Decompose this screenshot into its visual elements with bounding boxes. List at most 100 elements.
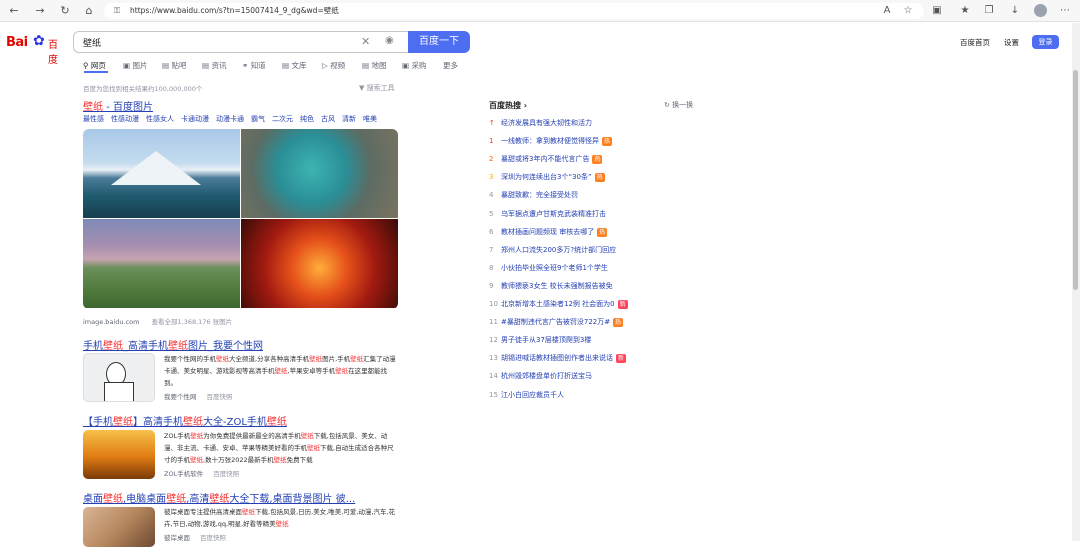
hot-search-item[interactable]: 11 #暴甜制违代言广告被罚没722万# 热: [489, 317, 624, 328]
cache-link[interactable]: 百度快照: [207, 393, 233, 401]
back-icon[interactable]: ←: [6, 3, 22, 19]
tab-images[interactable]: ▣ 图片: [123, 60, 147, 71]
hot-search-title[interactable]: 百度热搜 ›: [489, 100, 527, 111]
wallpaper-image-mountain[interactable]: [83, 129, 240, 218]
tag[interactable]: 卡通动漫: [181, 115, 209, 123]
tag[interactable]: 唯美: [363, 115, 377, 123]
t: 壁纸: [183, 417, 203, 428]
downloads-icon[interactable]: ↓: [1008, 3, 1022, 19]
login-button[interactable]: 登录: [1032, 35, 1059, 49]
search-button[interactable]: 百度一下: [408, 31, 470, 53]
hot-search-item[interactable]: 9 教师猥亵3女生 校长未强制报告被免: [489, 281, 613, 291]
lock-icon: ⚿: [114, 6, 121, 15]
home-icon[interactable]: ⌂: [81, 3, 97, 19]
hot-search-item[interactable]: 7 郑州人口流失200多万?统计部门回应: [489, 245, 616, 255]
extensions-icon[interactable]: ▣: [930, 3, 944, 19]
wallpaper-image-volcano[interactable]: [241, 219, 398, 308]
tag[interactable]: 清新: [342, 115, 356, 123]
search-input[interactable]: 壁纸 ✕ ◉: [73, 31, 408, 53]
hot-search-item[interactable]: 2 暴甜或将3年内不能代言广告热: [489, 154, 603, 165]
hot-search-item[interactable]: 10 北京新增本土感染者12例 社会面为0 新: [489, 299, 628, 309]
snippet-text: 免费下载: [286, 456, 313, 464]
result-thumbnail-3[interactable]: [83, 507, 155, 547]
source-site[interactable]: 我要个性网: [164, 393, 197, 401]
camera-icon[interactable]: ◉: [385, 35, 394, 46]
clear-icon[interactable]: ✕: [361, 35, 370, 48]
hot-search-item[interactable]: 13 胡锡进喊话教材插图创作者出来说话新: [489, 353, 627, 364]
tab-zhidao[interactable]: ⚭ 知道: [242, 60, 266, 71]
tab-label: 网页: [90, 61, 106, 70]
favorites-icon[interactable]: ★: [958, 3, 972, 19]
tab-web[interactable]: ⚲ 网页: [83, 60, 106, 71]
hot-text: 一线教师：拿到教材便觉得怪异: [501, 137, 599, 146]
chevron-right-icon: ›: [523, 101, 528, 110]
hot-rank: 5: [489, 209, 494, 218]
result-thumbnail-2[interactable]: [83, 430, 155, 479]
source-site[interactable]: ZOL手机软件: [164, 470, 203, 478]
t: ,高清: [186, 494, 210, 505]
url-text: https://www.baidu.com/s?tn=15007414_9_dg…: [130, 6, 339, 15]
hot-text: 郑州人口流失200多万?统计部门回应: [501, 245, 617, 254]
tag[interactable]: 古风: [321, 115, 335, 123]
wallpaper-image-coast[interactable]: [241, 129, 398, 218]
tag[interactable]: 二次元: [272, 115, 293, 123]
view-all-images-link[interactable]: 查看全部1,368,176 张图片: [152, 318, 233, 326]
tab-active-indicator: [84, 71, 108, 73]
hot-text: 小伙拍毕业照全班9个老师1个学生: [501, 263, 608, 272]
hot-search-item[interactable]: 8 小伙拍毕业照全班9个老师1个学生: [489, 263, 608, 273]
tag[interactable]: 性感女人: [146, 115, 174, 123]
baidu-logo[interactable]: Bai ✿ 百度: [6, 33, 66, 66]
favorite-add-icon[interactable]: ☆: [901, 3, 915, 19]
search-tools-label: 搜索工具: [366, 84, 395, 92]
map-icon: ▤: [362, 61, 370, 70]
more-icon[interactable]: ⋯: [1058, 3, 1072, 19]
hot-search-item[interactable]: 3 深圳为何连续出台3个“30条” 热: [489, 172, 605, 183]
tab-video[interactable]: ▷ 视频: [322, 60, 345, 71]
tab-tieba[interactable]: ▤ 贴吧: [162, 60, 186, 71]
scrollbar-thumb[interactable]: [1073, 70, 1078, 290]
hot-text: 暴甜或将3年内不能代言广告: [501, 155, 590, 164]
hot-search-item[interactable]: ↑ 经济发展具有强大韧性和活力: [489, 118, 592, 128]
snippet-keyword: 壁纸: [190, 456, 203, 464]
hot-search-item[interactable]: 4 暴甜致歉：完全接受处罚: [489, 190, 578, 200]
hot-search-item[interactable]: 14 杭州毁郊楼盘单价打折送宝马: [489, 371, 592, 381]
tab-map[interactable]: ▤ 地图: [362, 60, 386, 71]
result-thumbnail-1[interactable]: [83, 353, 155, 402]
hot-search-item[interactable]: 6 教材插画问题频现 审核去哪了热: [489, 227, 608, 237]
profile-icon[interactable]: [1034, 4, 1047, 17]
tab-news[interactable]: ▤ 资讯: [202, 60, 226, 71]
refresh-hot-button[interactable]: ↻ 换一换: [664, 100, 693, 110]
cache-link[interactable]: 百度快照: [213, 470, 239, 478]
hot-rank: 2: [489, 155, 494, 164]
tag[interactable]: 动漫卡通: [216, 115, 244, 123]
hot-search-item[interactable]: 15 江小白回应裁员千人: [489, 390, 564, 400]
result-title-1[interactable]: 手机壁纸_高清手机壁纸图片_我要个性网: [83, 337, 263, 352]
tag[interactable]: 性感动漫: [111, 115, 139, 123]
tag[interactable]: 纯色: [300, 115, 314, 123]
link-baidu-home[interactable]: 百度首页: [960, 37, 990, 48]
result-title-2[interactable]: 【手机壁纸】高清手机壁纸大全-ZOL手机壁纸: [83, 413, 287, 428]
hot-badge: 热: [594, 173, 605, 183]
link-settings[interactable]: 设置: [1004, 37, 1019, 48]
refresh-icon[interactable]: ↻: [57, 3, 73, 19]
hot-search-item[interactable]: 12 男子徒手从37层楼顶爬到3楼: [489, 335, 591, 345]
title-text: - 百度图片: [103, 102, 153, 113]
t: 手机: [83, 341, 103, 352]
hot-search-item[interactable]: 1 一线教师：拿到教材便觉得怪异热: [489, 136, 613, 147]
tab-wenku[interactable]: ▤ 文库: [282, 60, 306, 71]
collections-icon[interactable]: ❐: [982, 3, 996, 19]
search-tools-button[interactable]: ▼ 搜索工具: [359, 83, 395, 93]
hot-search-item[interactable]: 5 乌军据点遭卢甘斯克武装精准打击: [489, 209, 606, 219]
tab-shop[interactable]: ▣ 采购: [402, 60, 426, 71]
snippet-keyword: 壁纸: [242, 508, 255, 516]
address-bar[interactable]: ⚿ https://www.baidu.com/s?tn=15007414_9_…: [104, 3, 924, 19]
wallpaper-image-meadow[interactable]: [83, 219, 240, 308]
tab-more[interactable]: 更多: [443, 60, 458, 71]
result-source-2: ZOL手机软件 百度快照: [164, 468, 239, 478]
forward-icon[interactable]: →: [32, 3, 48, 19]
tag[interactable]: 霸气: [251, 115, 265, 123]
result-title-3[interactable]: 桌面壁纸,电脑桌面壁纸,高清壁纸大全下载,桌面背景图片 彼...: [83, 490, 355, 505]
image-result-title[interactable]: 壁纸 - 百度图片: [83, 98, 153, 113]
tag[interactable]: 最性感: [83, 115, 104, 123]
reader-icon[interactable]: A: [880, 3, 894, 19]
